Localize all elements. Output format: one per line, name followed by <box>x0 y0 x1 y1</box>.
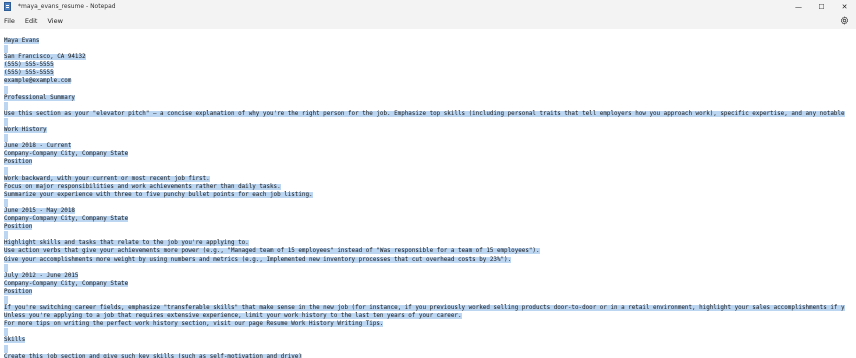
window-title: *maya_evans_resume - Notepad <box>18 3 116 10</box>
text-line: Skills <box>4 336 845 344</box>
text-line <box>4 101 845 110</box>
settings-gear-icon[interactable] <box>839 15 850 26</box>
selected-text <box>4 166 8 175</box>
text-line <box>4 263 845 272</box>
text-line <box>4 296 845 305</box>
selected-text: June 2015 - May 2018 <box>4 207 75 214</box>
selected-text <box>4 296 8 305</box>
selected-text: Focus on major responsibilities and work… <box>4 183 281 190</box>
selected-text: Position <box>4 224 33 231</box>
selected-text: If you're switching career fields, empha… <box>4 305 845 312</box>
text-line: Use action verbs that give your achievem… <box>4 247 845 255</box>
selected-text: San Francisco, CA 94132 <box>4 54 86 61</box>
text-line: Company-Company City, Company State <box>4 280 845 288</box>
selected-text <box>4 85 8 94</box>
selected-text: Position <box>4 288 33 295</box>
text-line: Professional Summary <box>4 94 845 102</box>
text-line: For more tips on writing the perfect wor… <box>4 320 845 328</box>
selected-text: June 2018 - Current <box>4 143 72 150</box>
selected-text: Unless you're applying to a job that req… <box>4 313 462 320</box>
text-line <box>4 117 845 127</box>
text-line <box>4 85 845 94</box>
selected-text: Company-Company City, Company State <box>4 280 129 287</box>
text-line: Work backward, with your current or most… <box>4 175 845 183</box>
text-line <box>4 344 845 353</box>
selected-text: Create this job section and give such ke… <box>4 353 302 358</box>
window-controls: — ☐ ✕ <box>787 0 856 13</box>
text-line: July 2012 - June 2015 <box>4 272 845 280</box>
text-line: Company-Company City, Company State <box>4 215 845 223</box>
selected-text <box>4 117 8 127</box>
text-line: Maya Evans <box>4 37 845 45</box>
selected-text: Work backward, with your current or most… <box>4 175 210 182</box>
text-line: Work History <box>4 126 845 134</box>
text-line <box>4 45 845 54</box>
menu-edit[interactable]: Edit <box>20 17 43 25</box>
title-bar[interactable]: *maya_evans_resume - Notepad — ☐ ✕ <box>0 0 856 13</box>
selected-text: Position <box>4 159 33 166</box>
text-line <box>4 166 845 175</box>
selected-text <box>4 263 8 272</box>
text-line: If you're switching career fields, empha… <box>4 304 845 312</box>
selected-text: (555) 555-5555 <box>4 62 54 69</box>
selected-text: Use action verbs that give your achievem… <box>4 248 540 255</box>
text-line: Focus on major responsibilities and work… <box>4 183 845 191</box>
selected-text <box>4 101 8 110</box>
text-line: Use this section as your "elevator pitch… <box>4 110 845 118</box>
selected-text <box>4 198 8 207</box>
text-line: Unless you're applying to a job that req… <box>4 312 845 320</box>
selected-text <box>4 344 8 353</box>
selected-text: Work History <box>4 127 47 134</box>
text-line: Summarize your experience with three to … <box>4 191 845 199</box>
text-line: Position <box>4 158 845 166</box>
text-line: Create this job section and give such ke… <box>4 353 845 358</box>
text-line <box>4 231 845 240</box>
text-editor-area[interactable]: Maya Evans San Francisco, CA 94132 (555) 5… <box>0 29 856 358</box>
text-line: Position <box>4 223 845 231</box>
text-line: June 2015 - May 2018 <box>4 207 845 215</box>
selected-text: July 2012 - June 2015 <box>4 272 79 279</box>
text-line: example@example.com <box>4 77 845 85</box>
menu-bar: File Edit View <box>0 13 856 29</box>
selected-text: Professional Summary <box>4 94 75 101</box>
maximize-button[interactable]: ☐ <box>810 0 833 13</box>
selected-text: Maya Evans <box>4 38 40 44</box>
text-line: (555) 555-5555 <box>4 69 845 77</box>
close-button[interactable]: ✕ <box>833 0 856 13</box>
selected-text: Skills <box>4 337 26 344</box>
selected-text: (555) 555-5555 <box>4 70 54 77</box>
selected-text: Summarize your experience with three to … <box>4 191 313 198</box>
text-line: Company-Company City, Company State <box>4 150 845 158</box>
notepad-icon <box>4 2 11 11</box>
selected-text: Give your accomplishments more weight by… <box>4 256 512 263</box>
menu-view[interactable]: View <box>42 17 67 25</box>
selected-text: example@example.com <box>4 78 72 85</box>
minimize-button[interactable]: — <box>787 0 810 13</box>
menu-file[interactable]: File <box>0 17 20 25</box>
text-line: June 2018 - Current <box>4 142 845 150</box>
selected-text <box>4 134 8 143</box>
text-line: San Francisco, CA 94132 <box>4 53 845 61</box>
selected-text: Company-Company City, Company State <box>4 151 129 158</box>
text-line <box>4 134 845 143</box>
text-line: Highlight skills and tasks that relate t… <box>4 239 845 247</box>
selected-text <box>4 231 8 240</box>
selected-text <box>4 45 8 54</box>
selected-text: Company-Company City, Company State <box>4 216 129 223</box>
text-line: Give your accomplishments more weight by… <box>4 256 845 264</box>
selected-text <box>4 328 8 337</box>
text-line: (555) 555-5555 <box>4 61 845 69</box>
text-line <box>4 198 845 207</box>
selected-text: For more tips on writing the perfect wor… <box>4 321 384 328</box>
document-text: Maya Evans San Francisco, CA 94132 (555) 5… <box>4 37 845 358</box>
text-line <box>4 328 845 337</box>
text-line: Position <box>4 288 845 296</box>
selected-text: Highlight skills and tasks that relate t… <box>4 240 249 247</box>
selected-text: Use this section as your "elevator pitch… <box>4 110 845 117</box>
